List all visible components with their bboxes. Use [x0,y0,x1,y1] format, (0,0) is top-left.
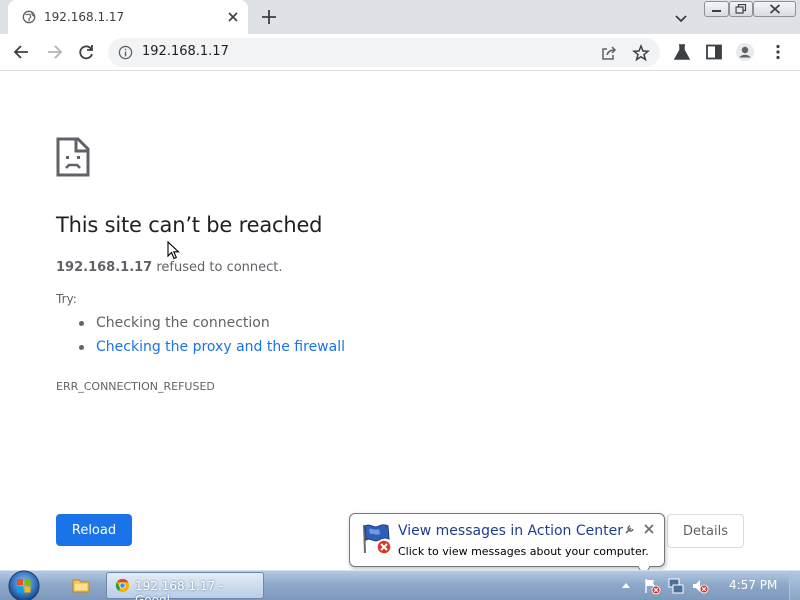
profile-icon[interactable] [735,42,755,62]
labs-flask-icon[interactable] [672,42,692,62]
taskbar-explorer-button[interactable] [58,572,104,599]
bookmark-star-icon[interactable] [632,44,650,62]
address-bar[interactable]: 192.168.1.17 [108,38,660,67]
start-orb-icon[interactable] [4,567,44,600]
tab-title: 192.168.1.17 [44,10,125,24]
wrench-icon[interactable] [624,523,636,535]
error-description-text: refused to connect. [152,260,283,275]
details-button[interactable]: Details [667,514,744,548]
close-icon[interactable] [643,523,655,535]
suggestion-check-proxy-link[interactable]: Checking the proxy and the firewall [78,339,345,363]
notification-title[interactable]: View messages in Action Center [398,523,623,539]
site-info-icon[interactable] [118,45,133,60]
error-title: This site can’t be reached [56,213,323,237]
taskbar-clock[interactable]: 4:57 PM [729,578,777,592]
notification-text: Click to view messages about your comput… [398,545,649,558]
taskbar-chrome-button[interactable]: 192.168.1.17 - Googl... [106,572,264,600]
new-tab-icon[interactable] [260,8,278,26]
tab-strip: 192.168.1.17 [0,0,800,34]
close-window-button[interactable] [753,1,796,17]
back-icon[interactable] [12,42,32,62]
folder-icon [72,579,90,593]
minimize-button[interactable] [704,1,729,17]
action-center-tray-icon[interactable] [643,577,661,595]
show-hidden-icons-icon[interactable] [621,581,631,589]
close-tab-icon[interactable] [225,9,241,25]
network-icon[interactable] [667,577,685,595]
chevron-down-icon[interactable] [672,9,690,27]
taskbar: 192.168.1.17 - Googl... 4:57 PM [0,570,800,600]
error-host: 192.168.1.17 [56,260,153,275]
error-code: ERR_CONNECTION_REFUSED [56,380,215,393]
action-center-flag-icon [363,524,392,555]
suggestion-list: Checking the connection Checking the pro… [78,315,345,363]
sad-document-icon [56,137,90,177]
reload-icon[interactable] [76,42,96,62]
taskbar-chrome-label: 192.168.1.17 - Googl... [135,579,224,600]
reload-button[interactable]: Reload [56,514,132,546]
action-center-notification[interactable]: View messages in Action Center Click to … [349,513,665,578]
side-panel-icon[interactable] [704,42,724,62]
suggestion-check-connection: Checking the connection [78,315,345,339]
restore-icon [735,4,747,14]
share-icon[interactable] [600,44,618,62]
try-label: Try: [56,292,77,306]
minimize-icon [711,10,721,12]
forward-icon[interactable] [44,42,64,62]
close-icon [769,4,780,14]
error-description: 192.168.1.17 refused to connect. [56,260,283,275]
mouse-cursor-icon [167,241,180,260]
chrome-icon [115,578,130,593]
volume-muted-icon[interactable] [691,577,709,595]
globe-icon [22,10,36,24]
show-desktop-button[interactable] [789,571,800,600]
browser-toolbar: 192.168.1.17 [0,34,800,71]
url-text[interactable]: 192.168.1.17 [142,44,229,59]
restore-button[interactable] [729,1,753,17]
browser-tab[interactable]: 192.168.1.17 [8,0,248,34]
menu-icon[interactable] [768,42,788,62]
